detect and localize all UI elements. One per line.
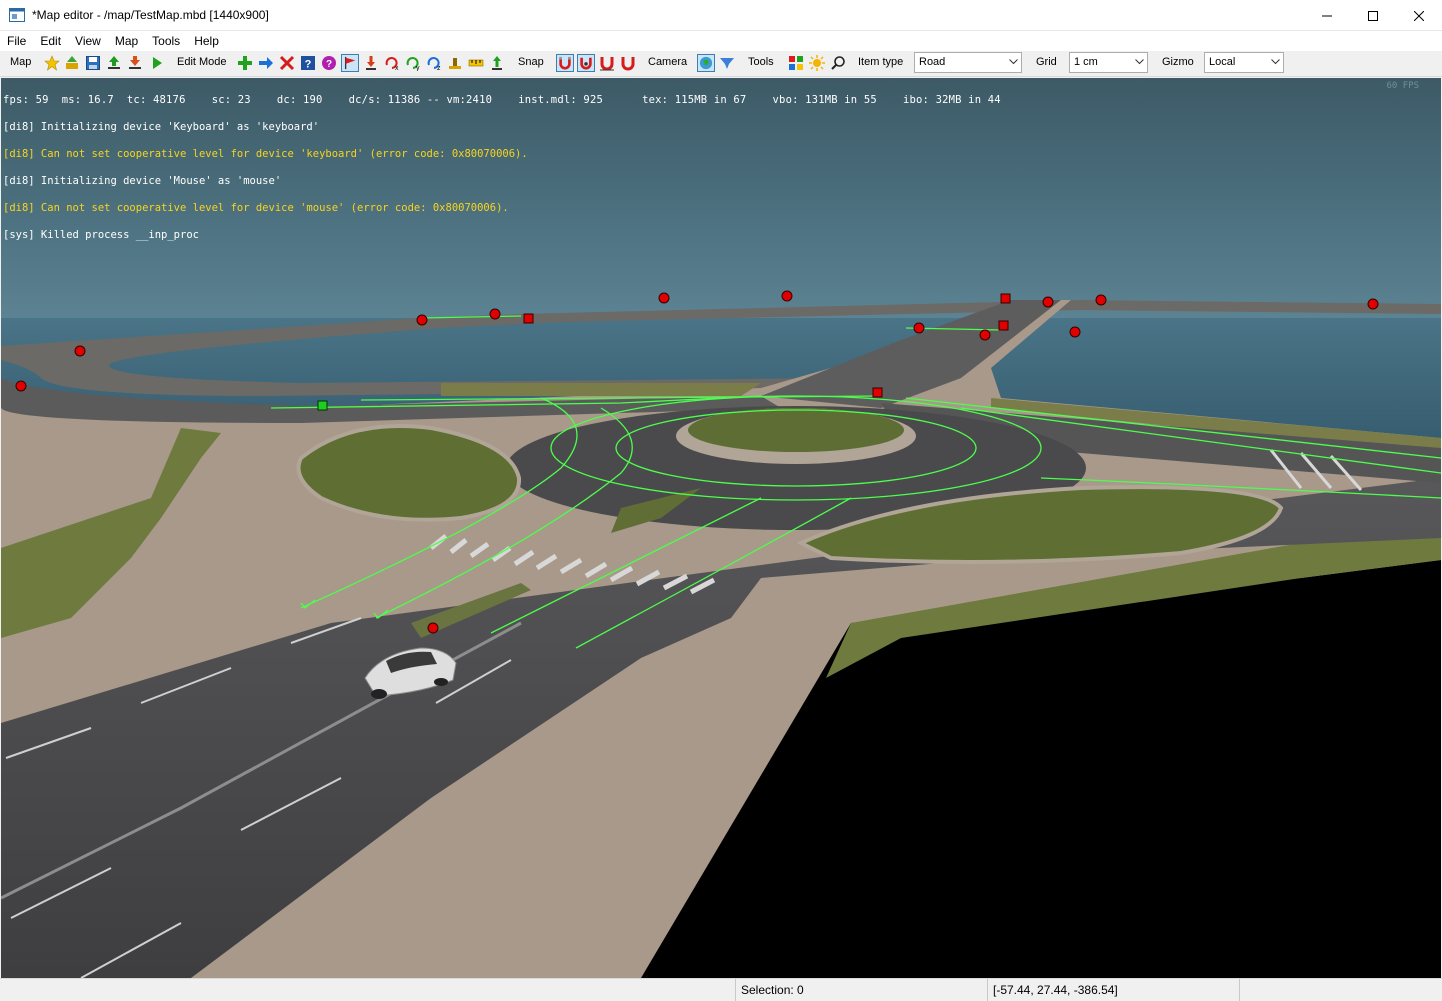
camera-label: Camera bbox=[648, 56, 688, 68]
minimize-button[interactable] bbox=[1304, 0, 1350, 31]
play-icon[interactable] bbox=[148, 54, 166, 72]
menu-bar: File Edit View Map Tools Help bbox=[0, 31, 1442, 51]
magnet-terrain-icon[interactable] bbox=[619, 54, 637, 72]
rotate-y-icon[interactable]: y bbox=[404, 54, 422, 72]
svg-text:y: y bbox=[416, 65, 420, 71]
maximize-button[interactable] bbox=[1350, 0, 1396, 31]
close-icon bbox=[1414, 10, 1424, 21]
menu-map[interactable]: Map bbox=[108, 31, 145, 51]
drop-to-ground-icon[interactable] bbox=[362, 54, 380, 72]
menu-tools[interactable]: Tools bbox=[145, 31, 187, 51]
gizmo-select[interactable]: Local bbox=[1204, 52, 1284, 73]
rotate-x-icon[interactable]: x bbox=[383, 54, 401, 72]
gizmo-label: Gizmo bbox=[1162, 56, 1194, 68]
log-line: [sys] Killed process __inp_proc bbox=[3, 229, 199, 241]
star-icon[interactable] bbox=[43, 54, 61, 72]
export-icon[interactable] bbox=[105, 54, 123, 72]
flag-icon[interactable] bbox=[341, 54, 359, 72]
hud-stats: fps: 59 ms: 16.7 tc: 48176 sc: 23 dc: 19… bbox=[3, 94, 1001, 106]
menu-file[interactable]: File bbox=[0, 31, 33, 51]
sun-icon[interactable] bbox=[808, 54, 826, 72]
magnet-grid-icon[interactable] bbox=[598, 54, 616, 72]
rotate-z-icon[interactable]: z bbox=[425, 54, 443, 72]
raise-icon[interactable] bbox=[488, 54, 506, 72]
svg-text:x: x bbox=[395, 65, 399, 71]
save-icon[interactable] bbox=[84, 54, 102, 72]
menu-help[interactable]: Help bbox=[187, 31, 226, 51]
grid-label: Grid bbox=[1036, 56, 1057, 68]
search-icon[interactable] bbox=[829, 54, 847, 72]
measure-icon[interactable] bbox=[467, 54, 485, 72]
svg-text:z: z bbox=[437, 65, 441, 71]
maximize-icon bbox=[1368, 10, 1378, 21]
add-icon[interactable] bbox=[236, 54, 254, 72]
chevron-down-icon bbox=[1271, 59, 1280, 65]
cursor-coords: [-57.44, 27.44, -386.54] bbox=[987, 979, 1239, 1001]
app-icon bbox=[9, 8, 25, 22]
delete-icon[interactable] bbox=[278, 54, 296, 72]
close-button[interactable] bbox=[1396, 0, 1442, 31]
tools-label: Tools bbox=[748, 56, 774, 68]
selection-status: Selection: 0 bbox=[735, 979, 987, 1001]
log-line: [di8] Can not set cooperative level for … bbox=[3, 202, 509, 214]
palette-icon[interactable] bbox=[787, 54, 805, 72]
menu-edit[interactable]: Edit bbox=[33, 31, 68, 51]
magnet-node-icon[interactable] bbox=[577, 54, 595, 72]
grass-top bbox=[441, 383, 761, 396]
status-bar: Selection: 0 [-57.44, 27.44, -386.54] bbox=[0, 978, 1442, 1001]
grid-value: 1 cm bbox=[1074, 56, 1098, 68]
minimize-icon bbox=[1322, 15, 1332, 16]
import-icon[interactable] bbox=[126, 54, 144, 72]
status-empty bbox=[1239, 979, 1442, 1001]
free-camera-icon[interactable] bbox=[718, 54, 736, 72]
snap-label: Snap bbox=[518, 56, 544, 68]
gizmo-value: Local bbox=[1209, 56, 1236, 68]
edit-mode-label: Edit Mode bbox=[177, 56, 227, 68]
log-line: [di8] Initializing device 'Keyboard' as … bbox=[3, 121, 320, 133]
help-icon[interactable]: ? bbox=[299, 54, 317, 72]
log-line: [di8] Initializing device 'Mouse' as 'mo… bbox=[3, 175, 282, 187]
selected-node[interactable] bbox=[317, 400, 328, 411]
svg-text:?: ? bbox=[305, 59, 312, 71]
magnet-snap-icon[interactable] bbox=[556, 54, 574, 72]
chevron-down-icon bbox=[1135, 59, 1144, 65]
grid-select[interactable]: 1 cm bbox=[1069, 52, 1148, 73]
debug-hud: fps: 59 ms: 16.7 tc: 48176 sc: 23 dc: 19… bbox=[3, 78, 1001, 258]
stamp-icon[interactable] bbox=[446, 54, 464, 72]
map-viewport[interactable]: fps: 59 ms: 16.7 tc: 48176 sc: 23 dc: 19… bbox=[1, 78, 1441, 978]
item-type-select[interactable]: Road bbox=[914, 52, 1022, 73]
title-bar: *Map editor - /map/TestMap.mbd [1440x900… bbox=[0, 0, 1442, 31]
fps-overlay: 60 FPS bbox=[1386, 81, 1419, 91]
item-type-value: Road bbox=[919, 56, 946, 68]
chevron-down-icon bbox=[1009, 59, 1018, 65]
toolbar: Map Edit Mode ? ? x y z Snap Camera Tool… bbox=[0, 51, 1442, 77]
open-map-icon[interactable] bbox=[63, 54, 81, 72]
map-label: Map bbox=[10, 56, 32, 68]
globe-camera-icon[interactable] bbox=[697, 54, 715, 72]
svg-text:?: ? bbox=[326, 59, 332, 70]
move-arrow-icon[interactable] bbox=[257, 54, 275, 72]
info-icon[interactable]: ? bbox=[320, 54, 338, 72]
menu-view[interactable]: View bbox=[68, 31, 108, 51]
window-title: *Map editor - /map/TestMap.mbd [1440x900… bbox=[32, 8, 269, 22]
roundabout-island bbox=[688, 408, 904, 452]
log-line: [di8] Can not set cooperative level for … bbox=[3, 148, 528, 160]
item-type-label: Item type bbox=[858, 56, 904, 68]
